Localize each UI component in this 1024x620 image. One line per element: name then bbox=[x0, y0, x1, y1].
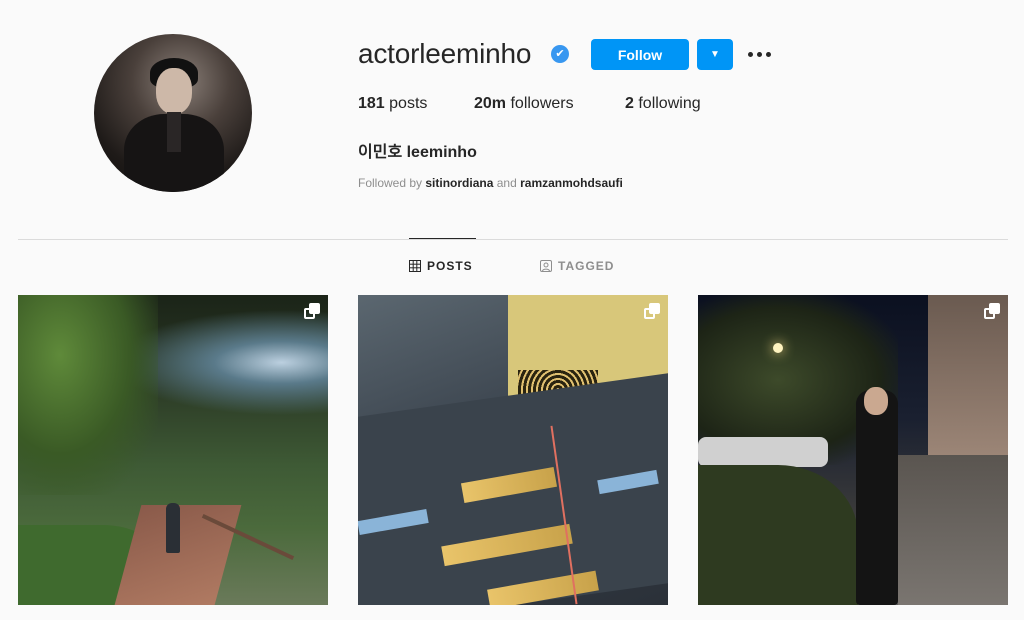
chevron-down-icon: ▼ bbox=[710, 49, 720, 60]
hedge bbox=[698, 465, 858, 605]
profile-username: actorleeminho bbox=[358, 38, 532, 69]
tree-foliage bbox=[18, 295, 158, 495]
stat-followers-label: followers bbox=[506, 95, 574, 112]
multiple-images-icon bbox=[304, 303, 320, 319]
followed-by-text: Followed by sitinordiana and ramzanmohds… bbox=[358, 176, 623, 190]
multiple-images-icon bbox=[984, 303, 1000, 319]
person-face bbox=[864, 387, 888, 415]
stat-followers-count: 20m bbox=[474, 95, 507, 112]
tab-tagged-label: TAGGED bbox=[558, 259, 615, 273]
avatar-face bbox=[156, 68, 192, 114]
follow-button[interactable]: Follow bbox=[591, 39, 689, 70]
parked-cars bbox=[698, 437, 828, 467]
stat-following-label: following bbox=[633, 95, 701, 112]
followed-by-separator: and bbox=[493, 176, 521, 190]
followed-by-user-link[interactable]: ramzanmohdsaufi bbox=[520, 176, 623, 190]
stat-posts-label: posts bbox=[384, 95, 428, 112]
stat-posts-count: 181 bbox=[358, 95, 385, 112]
stat-followers[interactable]: 20m followers bbox=[474, 95, 574, 113]
tab-tagged[interactable]: TAGGED bbox=[540, 259, 614, 273]
stat-following[interactable]: 2 following bbox=[625, 95, 701, 113]
grid-icon bbox=[409, 260, 421, 272]
sidewalk bbox=[898, 455, 1008, 605]
stat-posts: 181 posts bbox=[358, 95, 427, 113]
profile-avatar[interactable] bbox=[94, 34, 252, 192]
tab-posts[interactable]: POSTS bbox=[409, 259, 473, 273]
person-figure bbox=[166, 503, 180, 553]
more-options-icon[interactable] bbox=[745, 43, 775, 65]
post-thumbnail[interactable] bbox=[18, 295, 328, 605]
more-dot bbox=[748, 52, 753, 57]
stat-following-count: 2 bbox=[625, 95, 634, 112]
active-tab-indicator bbox=[409, 238, 476, 239]
avatar-shirt bbox=[167, 112, 181, 152]
followed-by-user-link[interactable]: sitinordiana bbox=[425, 176, 493, 190]
profile-full-name: 이민호 leeminho bbox=[358, 144, 477, 161]
post-thumbnail[interactable] bbox=[698, 295, 1008, 605]
tabs-divider bbox=[18, 239, 1008, 240]
street-lamp bbox=[773, 343, 783, 353]
suggested-dropdown-button[interactable]: ▼ bbox=[697, 39, 733, 70]
more-dot bbox=[757, 52, 762, 57]
followed-by-prefix: Followed by bbox=[358, 176, 426, 190]
more-dot bbox=[766, 52, 771, 57]
tagged-icon bbox=[540, 260, 552, 272]
verified-badge-icon: ✔ bbox=[551, 45, 569, 63]
person-figure bbox=[856, 390, 898, 605]
multiple-images-icon bbox=[644, 303, 660, 319]
post-thumbnail[interactable] bbox=[358, 295, 668, 605]
tab-posts-label: POSTS bbox=[427, 259, 473, 273]
